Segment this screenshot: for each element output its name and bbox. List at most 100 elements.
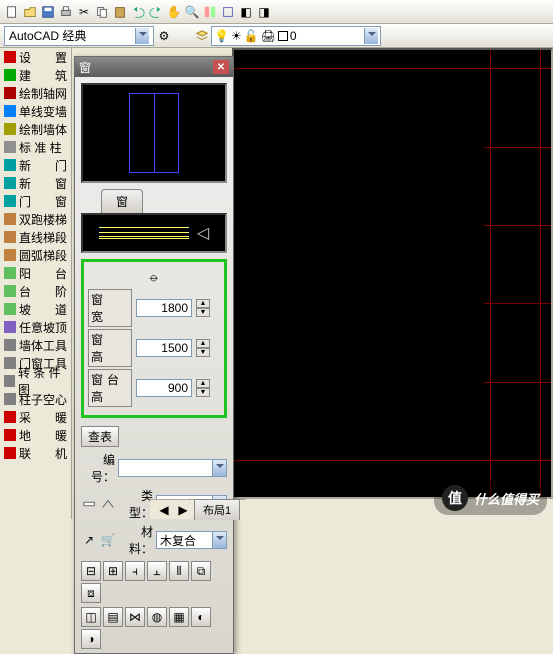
flip-icon[interactable]: ◁ bbox=[197, 223, 209, 243]
workspace-toolbar: AutoCAD 经典 ⚙ 💡 ☀ 🔓 🖨 0 bbox=[0, 24, 553, 48]
mode-1-icon[interactable]: ⊟ bbox=[81, 561, 101, 581]
undo-icon[interactable] bbox=[130, 4, 146, 20]
palette-item-0[interactable]: 设 置 bbox=[0, 48, 71, 66]
palette-item-19[interactable]: 柱子空心 bbox=[0, 390, 71, 408]
main-toolbar: ✂ ✋ 🔍 ◧ ◨ bbox=[0, 0, 553, 24]
workspace-select[interactable]: AutoCAD 经典 bbox=[4, 26, 154, 46]
palette-item-12[interactable]: 阳 台 bbox=[0, 264, 71, 282]
copy-icon[interactable] bbox=[94, 4, 110, 20]
tab-window[interactable]: 窗 bbox=[101, 189, 143, 213]
pan-icon[interactable]: ✋ bbox=[166, 4, 182, 20]
redo-icon[interactable] bbox=[148, 4, 164, 20]
palette-item-21[interactable]: 地 暖 bbox=[0, 426, 71, 444]
number-select[interactable] bbox=[118, 459, 227, 477]
cut-icon[interactable]: ✂ bbox=[76, 4, 92, 20]
palette-item-18[interactable]: 转 条 件 图 bbox=[0, 372, 71, 390]
chevron-down-icon[interactable] bbox=[212, 460, 226, 476]
insert-mode-a-icon[interactable] bbox=[81, 496, 97, 512]
layer-manager-icon[interactable] bbox=[194, 28, 210, 44]
palette-item-11[interactable]: 圆弧梯段 bbox=[0, 246, 71, 264]
open-icon[interactable] bbox=[22, 4, 38, 20]
palette-label: 设 置 bbox=[19, 49, 67, 66]
palette-icon bbox=[4, 429, 16, 441]
width-input[interactable] bbox=[136, 299, 192, 317]
palette-item-20[interactable]: 采 暖 bbox=[0, 408, 71, 426]
palette-item-6[interactable]: 新 门 bbox=[0, 156, 71, 174]
width-spinner[interactable]: ▲▼ bbox=[196, 299, 210, 317]
dialog-title: 窗 bbox=[79, 59, 91, 76]
mode2-2-icon[interactable]: ▤ bbox=[103, 607, 123, 627]
chevron-down-icon[interactable] bbox=[135, 28, 149, 44]
insert-mode-b-icon[interactable] bbox=[100, 496, 116, 512]
palette-item-10[interactable]: 直线梯段 bbox=[0, 228, 71, 246]
model-tab-nav-left[interactable]: ◀ bbox=[156, 502, 172, 518]
palette-item-1[interactable]: 建 筑 bbox=[0, 66, 71, 84]
mode2-3-icon[interactable]: ⋈ bbox=[125, 607, 145, 627]
paste-icon[interactable] bbox=[112, 4, 128, 20]
sill-input[interactable] bbox=[136, 379, 192, 397]
material-select[interactable]: 木复合 bbox=[156, 531, 227, 549]
pick-icon[interactable]: ↗ bbox=[81, 532, 97, 548]
palette-label: 建 筑 bbox=[19, 67, 67, 84]
dimension-group: ⦵ 窗 宽 ▲▼ 窗 高 ▲▼ 窗台高 ▲▼ bbox=[81, 259, 227, 418]
height-input[interactable] bbox=[136, 339, 192, 357]
lock-icon: 🔓 bbox=[244, 29, 259, 43]
lookup-button[interactable]: 查表 bbox=[81, 426, 119, 447]
zoom-icon[interactable]: 🔍 bbox=[184, 4, 200, 20]
mode2-4-icon[interactable]: ◍ bbox=[147, 607, 167, 627]
tool-b-icon[interactable]: ◨ bbox=[256, 4, 272, 20]
material-label: 材料： bbox=[119, 523, 153, 557]
palette-item-7[interactable]: 新 窗 bbox=[0, 174, 71, 192]
palette-item-8[interactable]: 门 窗 bbox=[0, 192, 71, 210]
palette-item-4[interactable]: 绘制墙体 bbox=[0, 120, 71, 138]
palette-icon bbox=[4, 339, 16, 351]
sill-spinner[interactable]: ▲▼ bbox=[196, 379, 210, 397]
palette-item-3[interactable]: 单线变墙 bbox=[0, 102, 71, 120]
palette-label: 柱子空心 bbox=[19, 391, 67, 408]
mirror-icon[interactable]: ⦵ bbox=[88, 268, 220, 285]
palette-label: 新 门 bbox=[19, 157, 67, 174]
mode-6-icon[interactable]: ⧉ bbox=[191, 561, 211, 581]
tool-a-icon[interactable]: ◧ bbox=[238, 4, 254, 20]
mode-3-icon[interactable]: ⫞ bbox=[125, 561, 145, 581]
palette-label: 双跑楼梯 bbox=[19, 211, 67, 228]
close-icon[interactable]: ✕ bbox=[213, 60, 229, 74]
mode2-1-icon[interactable]: ◫ bbox=[81, 607, 101, 627]
drawing-canvas[interactable] bbox=[232, 48, 553, 499]
palette-item-9[interactable]: 双跑楼梯 bbox=[0, 210, 71, 228]
palette-item-16[interactable]: 墙体工具 bbox=[0, 336, 71, 354]
palette-item-15[interactable]: 任意坡顶 bbox=[0, 318, 71, 336]
mode-7-icon[interactable]: ⧈ bbox=[81, 583, 101, 603]
block-icon[interactable] bbox=[220, 4, 236, 20]
mode2-7-icon[interactable]: ◑ bbox=[81, 629, 101, 649]
new-icon[interactable] bbox=[4, 4, 20, 20]
save-icon[interactable] bbox=[40, 4, 56, 20]
mode-5-icon[interactable]: ⦀ bbox=[169, 561, 189, 581]
chevron-down-icon[interactable] bbox=[212, 532, 226, 548]
palette-item-13[interactable]: 台 阶 bbox=[0, 282, 71, 300]
height-spinner[interactable]: ▲▼ bbox=[196, 339, 210, 357]
palette-icon bbox=[4, 393, 16, 405]
width-label: 窗 宽 bbox=[88, 289, 132, 327]
model-tab-nav-right[interactable]: ▶ bbox=[175, 502, 191, 518]
layer-select[interactable]: 💡 ☀ 🔓 🖨 0 bbox=[211, 26, 381, 46]
cart-icon[interactable]: 🛒 bbox=[100, 532, 116, 548]
palette-item-22[interactable]: 联 机 bbox=[0, 444, 71, 462]
layer-name: 0 bbox=[290, 29, 297, 43]
layout-tab[interactable]: 布局1 bbox=[194, 499, 240, 520]
palette-label: 新 窗 bbox=[19, 175, 67, 192]
mode-2-icon[interactable]: ⊞ bbox=[103, 561, 123, 581]
dialog-titlebar[interactable]: 窗 ✕ bbox=[75, 57, 233, 77]
gear-icon[interactable]: ⚙ bbox=[156, 28, 172, 44]
palette-item-14[interactable]: 坡 道 bbox=[0, 300, 71, 318]
palette-item-5[interactable]: 标 准 柱 bbox=[0, 138, 71, 156]
mode2-5-icon[interactable]: ▦ bbox=[169, 607, 189, 627]
print-icon[interactable] bbox=[58, 4, 74, 20]
match-icon[interactable] bbox=[202, 4, 218, 20]
palette-label: 联 机 bbox=[19, 445, 67, 462]
chevron-down-icon[interactable] bbox=[364, 28, 378, 44]
palette-item-2[interactable]: 绘制轴网 bbox=[0, 84, 71, 102]
watermark-text: 什么值得买 bbox=[474, 489, 539, 508]
mode2-6-icon[interactable]: ◐ bbox=[191, 607, 211, 627]
mode-4-icon[interactable]: ⫠ bbox=[147, 561, 167, 581]
